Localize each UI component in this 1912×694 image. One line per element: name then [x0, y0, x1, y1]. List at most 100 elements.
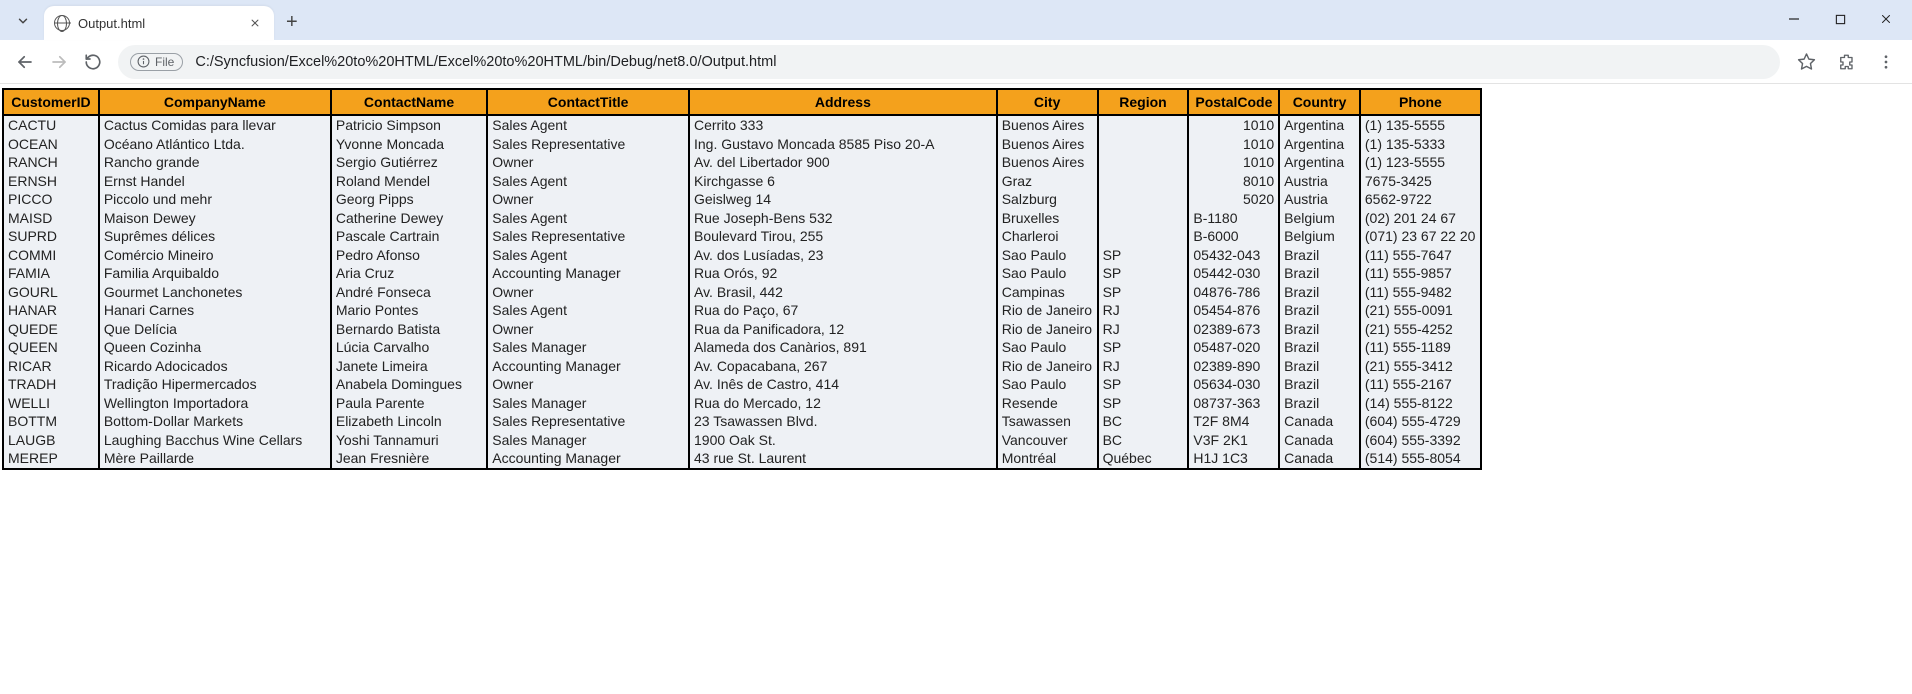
table-cell: RJ — [1098, 320, 1189, 339]
table-cell — [1098, 115, 1189, 135]
table-cell: HANAR — [3, 301, 99, 320]
table-cell: Brazil — [1279, 357, 1360, 376]
table-cell: (071) 23 67 22 20 — [1360, 227, 1481, 246]
table-cell: 23 Tsawassen Blvd. — [689, 412, 997, 431]
star-icon — [1797, 52, 1816, 71]
table-cell: (11) 555-9857 — [1360, 264, 1481, 283]
address-bar[interactable]: File C:/Syncfusion/Excel%20to%20HTML/Exc… — [118, 45, 1780, 79]
table-row: MEREPMère PaillardeJean FresnièreAccount… — [3, 449, 1481, 469]
table-cell: Tradição Hipermercados — [99, 375, 331, 394]
table-cell: Sales Agent — [487, 209, 689, 228]
maximize-button[interactable] — [1818, 4, 1862, 34]
window-controls — [1772, 4, 1908, 34]
table-cell: Alameda dos Canàrios, 891 — [689, 338, 997, 357]
table-cell: RICAR — [3, 357, 99, 376]
table-cell: Buenos Aires — [997, 115, 1098, 135]
table-cell: Yvonne Moncada — [331, 135, 487, 154]
url-text: C:/Syncfusion/Excel%20to%20HTML/Excel%20… — [195, 54, 776, 70]
table-body: CACTUCactus Comidas para llevarPatricio … — [3, 115, 1481, 469]
table-cell: BC — [1098, 412, 1189, 431]
reload-icon — [84, 53, 102, 71]
table-cell: Owner — [487, 375, 689, 394]
table-cell: Georg Pipps — [331, 190, 487, 209]
table-cell: COMMI — [3, 246, 99, 265]
table-cell: (1) 135-5333 — [1360, 135, 1481, 154]
close-icon — [1880, 13, 1892, 25]
table-cell: Canada — [1279, 412, 1360, 431]
table-cell: (11) 555-1189 — [1360, 338, 1481, 357]
table-cell: Sales Agent — [487, 301, 689, 320]
table-cell: Sales Representative — [487, 135, 689, 154]
close-window-button[interactable] — [1864, 4, 1908, 34]
table-cell: Vancouver — [997, 431, 1098, 450]
column-header: Region — [1098, 89, 1189, 115]
chevron-down-icon — [16, 14, 30, 28]
kebab-icon — [1877, 53, 1895, 71]
table-cell: Piccolo und mehr — [99, 190, 331, 209]
table-cell: Buenos Aires — [997, 153, 1098, 172]
minimize-button[interactable] — [1772, 4, 1816, 34]
table-cell: Sales Manager — [487, 394, 689, 413]
table-cell: Belgium — [1279, 209, 1360, 228]
table-cell: Boulevard Tirou, 255 — [689, 227, 997, 246]
table-cell: B-6000 — [1188, 227, 1279, 246]
table-cell: SUPRD — [3, 227, 99, 246]
table-cell: B-1180 — [1188, 209, 1279, 228]
table-cell: Rua da Panificadora, 12 — [689, 320, 997, 339]
table-cell: 1010 — [1188, 135, 1279, 154]
table-cell: SP — [1098, 264, 1189, 283]
table-cell: QUEDE — [3, 320, 99, 339]
new-tab-button[interactable]: + — [274, 11, 310, 34]
back-button[interactable] — [8, 45, 42, 79]
browser-tab[interactable]: Output.html — [44, 6, 274, 40]
table-cell: Rio de Janeiro — [997, 357, 1098, 376]
table-cell: Comércio Mineiro — [99, 246, 331, 265]
table-cell: Av. dos Lusíadas, 23 — [689, 246, 997, 265]
table-cell: Accounting Manager — [487, 357, 689, 376]
toolbar-right-icons — [1788, 44, 1904, 80]
forward-button[interactable] — [42, 45, 76, 79]
table-cell: Ing. Gustavo Moncada 8585 Piso 20-A — [689, 135, 997, 154]
table-cell: Sales Agent — [487, 172, 689, 191]
table-row: TRADHTradição HipermercadosAnabela Domin… — [3, 375, 1481, 394]
table-cell: Rio de Janeiro — [997, 301, 1098, 320]
table-cell: Sao Paulo — [997, 375, 1098, 394]
table-row: BOTTMBottom-Dollar MarketsElizabeth Linc… — [3, 412, 1481, 431]
table-cell: Sales Manager — [487, 431, 689, 450]
table-cell: Sales Manager — [487, 338, 689, 357]
table-cell: Mario Pontes — [331, 301, 487, 320]
extensions-button[interactable] — [1828, 44, 1864, 80]
menu-button[interactable] — [1868, 44, 1904, 80]
table-cell: SP — [1098, 338, 1189, 357]
table-row: SUPRDSuprêmes délicesPascale CartrainSal… — [3, 227, 1481, 246]
table-cell: Wellington Importadora — [99, 394, 331, 413]
tab-close-button[interactable] — [246, 13, 264, 33]
table-cell: Pascale Cartrain — [331, 227, 487, 246]
file-origin-chip[interactable]: File — [130, 53, 183, 71]
table-cell: Owner — [487, 153, 689, 172]
table-cell — [1098, 135, 1189, 154]
table-cell: Ernst Handel — [99, 172, 331, 191]
table-cell: Charleroi — [997, 227, 1098, 246]
table-cell: 04876-786 — [1188, 283, 1279, 302]
bookmark-button[interactable] — [1788, 44, 1824, 80]
table-row: COMMIComércio MineiroPedro AfonsoSales A… — [3, 246, 1481, 265]
table-cell: (02) 201 24 67 — [1360, 209, 1481, 228]
table-row: HANARHanari CarnesMario PontesSales Agen… — [3, 301, 1481, 320]
table-cell: (514) 555-8054 — [1360, 449, 1481, 469]
table-cell — [1098, 153, 1189, 172]
table-cell: 1900 Oak St. — [689, 431, 997, 450]
tab-search-chevron[interactable] — [8, 6, 38, 36]
table-cell: Sales Agent — [487, 246, 689, 265]
table-cell: 05487-020 — [1188, 338, 1279, 357]
table-cell: LAUGB — [3, 431, 99, 450]
table-cell: Sao Paulo — [997, 264, 1098, 283]
table-cell: 7675-3425 — [1360, 172, 1481, 191]
table-cell: (21) 555-0091 — [1360, 301, 1481, 320]
reload-button[interactable] — [76, 45, 110, 79]
table-cell: 8010 — [1188, 172, 1279, 191]
table-cell: WELLI — [3, 394, 99, 413]
table-cell: Canada — [1279, 449, 1360, 469]
table-cell — [1098, 172, 1189, 191]
table-cell: Mère Paillarde — [99, 449, 331, 469]
